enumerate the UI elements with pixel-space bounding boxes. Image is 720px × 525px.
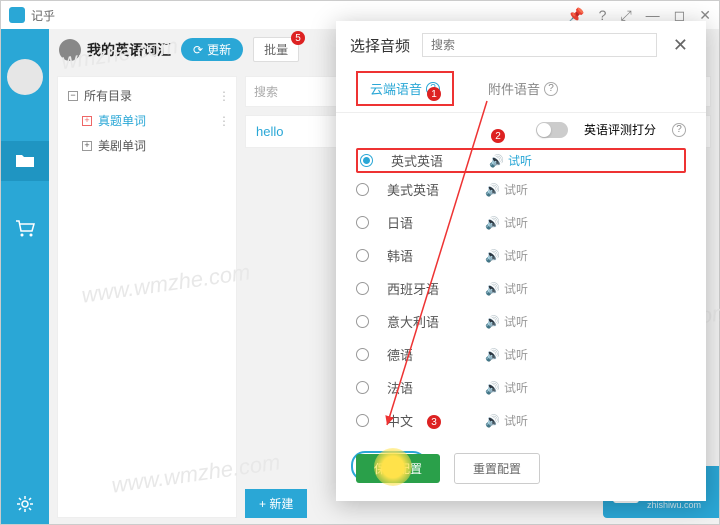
eval-label: 英语评测打分	[584, 121, 656, 138]
language-option[interactable]: 德语 🔊试听	[356, 338, 686, 371]
language-option[interactable]: 韩语 🔊试听	[356, 239, 686, 272]
language-label: 意大利语	[387, 312, 467, 331]
preview-button[interactable]: 🔊试听	[485, 313, 528, 330]
language-option[interactable]: 意大利语 🔊试听	[356, 305, 686, 338]
speaker-icon: 🔊	[485, 414, 500, 428]
speaker-icon: 🔊	[485, 216, 500, 230]
dialog-close-icon[interactable]: ✕	[669, 35, 692, 56]
update-button[interactable]: ⟳ 更新	[181, 38, 243, 61]
language-label: 日语	[387, 213, 467, 232]
preview-button[interactable]: 🔊试听	[489, 152, 532, 169]
tree-root[interactable]: −所有目录⋮	[62, 83, 232, 108]
language-option[interactable]: 日语 🔊试听	[356, 206, 686, 239]
folder-tree: −所有目录⋮ +真题单词⋮ +美剧单词	[57, 76, 237, 518]
side-rail	[1, 29, 49, 524]
annotation-3: 3	[427, 415, 441, 429]
preview-button[interactable]: 🔊试听	[485, 280, 528, 297]
speaker-icon: 🔊	[485, 348, 500, 362]
save-config-button[interactable]: 保存配置	[356, 454, 440, 483]
tree-item-zhenti[interactable]: +真题单词⋮	[62, 108, 232, 133]
preview-button[interactable]: 🔊试听	[485, 214, 528, 231]
radio-icon	[360, 154, 373, 167]
preview-button[interactable]: 🔊试听	[485, 181, 528, 198]
radio-icon	[356, 381, 369, 394]
speaker-icon: 🔊	[485, 315, 500, 329]
tab-attachment-voice[interactable]: 附件语音?	[482, 75, 564, 102]
speaker-icon: 🔊	[485, 282, 500, 296]
tree-item-meiju[interactable]: +美剧单词	[62, 133, 232, 158]
dialog-title: 选择音频	[350, 35, 410, 56]
preview-button[interactable]: 🔊试听	[485, 412, 528, 429]
language-option[interactable]: 美式英语 🔊试听	[356, 173, 686, 206]
audio-dialog: 选择音频 ✕ 云端语音? 附件语音? 英语评测打分 ? 英式英语 🔊试听 美式英…	[336, 21, 706, 501]
dialog-search-input[interactable]	[422, 33, 657, 57]
language-label: 法语	[387, 378, 467, 397]
language-list: 英式英语 🔊试听 美式英语 🔊试听 日语 🔊试听 韩语 🔊试听 西班牙语 🔊试听…	[336, 146, 706, 439]
speaker-icon: 🔊	[485, 183, 500, 197]
radio-icon	[356, 249, 369, 262]
app-name: 记乎	[31, 7, 55, 24]
radio-icon	[356, 414, 369, 427]
preview-button[interactable]: 🔊试听	[485, 346, 528, 363]
speaker-icon: 🔊	[485, 249, 500, 263]
help-icon[interactable]: ?	[544, 82, 558, 96]
rail-folder[interactable]	[1, 141, 49, 181]
eval-toggle[interactable]	[536, 122, 568, 138]
language-option[interactable]: 西班牙语 🔊试听	[356, 272, 686, 305]
speaker-icon: 🔊	[489, 154, 504, 168]
radio-icon	[356, 315, 369, 328]
rail-settings[interactable]	[1, 484, 49, 524]
annotation-2: 2	[491, 129, 505, 143]
language-label: 西班牙语	[387, 279, 467, 298]
annotation-1: 1	[427, 87, 441, 101]
preview-button[interactable]: 🔊试听	[485, 379, 528, 396]
language-label: 韩语	[387, 246, 467, 265]
reset-config-button[interactable]: 重置配置	[454, 453, 540, 484]
rail-cart[interactable]	[1, 209, 49, 249]
profile-pic[interactable]	[59, 39, 81, 61]
language-option[interactable]: 中文 🔊试听	[356, 404, 686, 437]
new-button[interactable]: + 新建	[245, 489, 307, 518]
language-label: 美式英语	[387, 180, 467, 199]
language-option[interactable]: 英式英语 🔊试听	[356, 148, 686, 173]
language-label: 英式英语	[391, 151, 471, 170]
radio-icon	[356, 183, 369, 196]
preview-button[interactable]: 🔊试听	[485, 247, 528, 264]
radio-icon	[356, 282, 369, 295]
language-label: 德语	[387, 345, 467, 364]
radio-icon	[356, 348, 369, 361]
annotation-5: 5	[291, 31, 305, 45]
language-option[interactable]: 法语 🔊试听	[356, 371, 686, 404]
radio-icon	[356, 216, 369, 229]
app-logo	[9, 7, 25, 23]
vocab-title: 我的英语词汇	[87, 40, 171, 60]
help-icon[interactable]: ?	[672, 123, 686, 137]
speaker-icon: 🔊	[485, 381, 500, 395]
avatar[interactable]	[7, 59, 43, 95]
